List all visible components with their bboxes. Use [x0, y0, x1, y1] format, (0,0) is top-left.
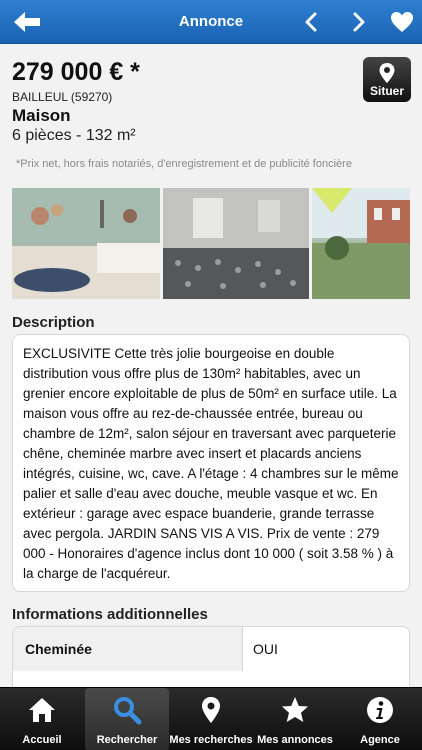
- info-icon: [367, 697, 393, 723]
- description-box: EXCLUSIVITE Cette très jolie bourgeoise …: [12, 334, 410, 592]
- star-icon: [282, 697, 308, 722]
- photo-strip: [12, 188, 410, 299]
- previous-listing-icon[interactable]: [300, 10, 324, 34]
- listing-price: 279 000 € *: [12, 58, 140, 86]
- listing-rooms-area: 6 pièces - 132 m²: [12, 127, 136, 144]
- listing-type: Maison: [12, 106, 71, 125]
- tab-label: Rechercher: [96, 734, 158, 746]
- additional-info-table: Cheminée OUI: [12, 626, 410, 696]
- map-pin-icon: [379, 63, 395, 83]
- tab-label: Accueil: [22, 734, 62, 746]
- table-row: Cheminée OUI: [13, 627, 409, 671]
- tab-bar: Accueil Rechercher Mes recherches Mes an…: [0, 687, 422, 750]
- map-pin-icon: [202, 697, 220, 723]
- tab-label: Mes annonces: [257, 734, 333, 746]
- tab-accueil[interactable]: Accueil: [0, 688, 84, 750]
- tab-label: Agence: [360, 734, 400, 746]
- photo-bedroom[interactable]: [163, 188, 309, 299]
- listing-city: BAILLEUL (59270): [12, 90, 113, 104]
- photo-garden[interactable]: [312, 188, 410, 299]
- additional-info-heading: Informations additionnelles: [12, 606, 208, 623]
- heart-icon[interactable]: [390, 11, 414, 33]
- tab-mes-recherches[interactable]: Mes recherches: [169, 688, 253, 750]
- tab-rechercher[interactable]: Rechercher: [85, 688, 169, 750]
- top-bar: Annonce: [0, 0, 422, 44]
- situer-button[interactable]: Situer: [363, 57, 411, 102]
- description-heading: Description: [12, 314, 95, 331]
- search-icon: [114, 697, 142, 725]
- tab-agence[interactable]: Agence: [338, 688, 422, 750]
- back-arrow-icon[interactable]: [12, 9, 42, 35]
- tab-mes-annonces[interactable]: Mes annonces: [253, 688, 337, 750]
- info-key: Cheminée: [13, 627, 243, 671]
- info-value: OUI: [253, 641, 278, 657]
- price-disclaimer: *Prix net, hors frais notariés, d'enregi…: [16, 158, 352, 170]
- next-listing-icon[interactable]: [346, 10, 370, 34]
- description-text: EXCLUSIVITE Cette très jolie bourgeoise …: [23, 346, 399, 581]
- tab-label: Mes recherches: [169, 734, 253, 746]
- home-icon: [29, 698, 55, 722]
- photo-kitchen[interactable]: [12, 188, 160, 299]
- situer-label: Situer: [369, 84, 404, 98]
